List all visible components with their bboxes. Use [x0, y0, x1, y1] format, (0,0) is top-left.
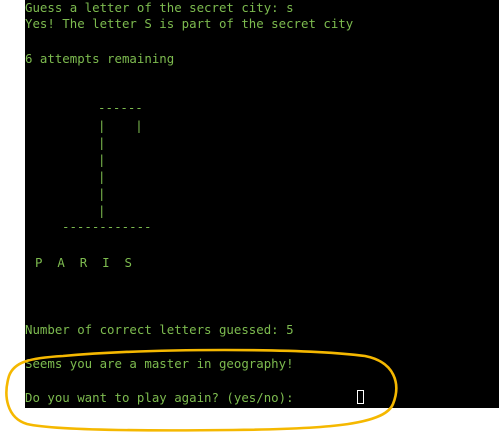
feedback-line: Yes! The letter S is part of the secret …: [25, 16, 354, 31]
terminal-window[interactable]: Guess a letter of the secret city: s Yes…: [25, 0, 499, 408]
gallows-post: |: [98, 186, 106, 201]
word-display: P A R I S: [35, 255, 132, 270]
highlight-annotation: [5, 348, 398, 432]
screenshot: Guess a letter of the secret city: s Yes…: [0, 0, 499, 437]
attempts-line: 6 attempts remaining: [25, 51, 175, 66]
gallows-post: |: [98, 169, 106, 184]
gallows-rope: | |: [98, 118, 143, 133]
gallows-post: |: [98, 203, 106, 218]
gallows-post: |: [98, 152, 106, 167]
gallows-top: ------: [98, 100, 143, 115]
correct-count-line: Number of correct letters guessed: 5: [25, 322, 294, 337]
gallows-base: ------------: [62, 219, 152, 234]
guess-prompt-line: Guess a letter of the secret city: s: [25, 0, 294, 15]
gallows-post: |: [98, 135, 106, 150]
